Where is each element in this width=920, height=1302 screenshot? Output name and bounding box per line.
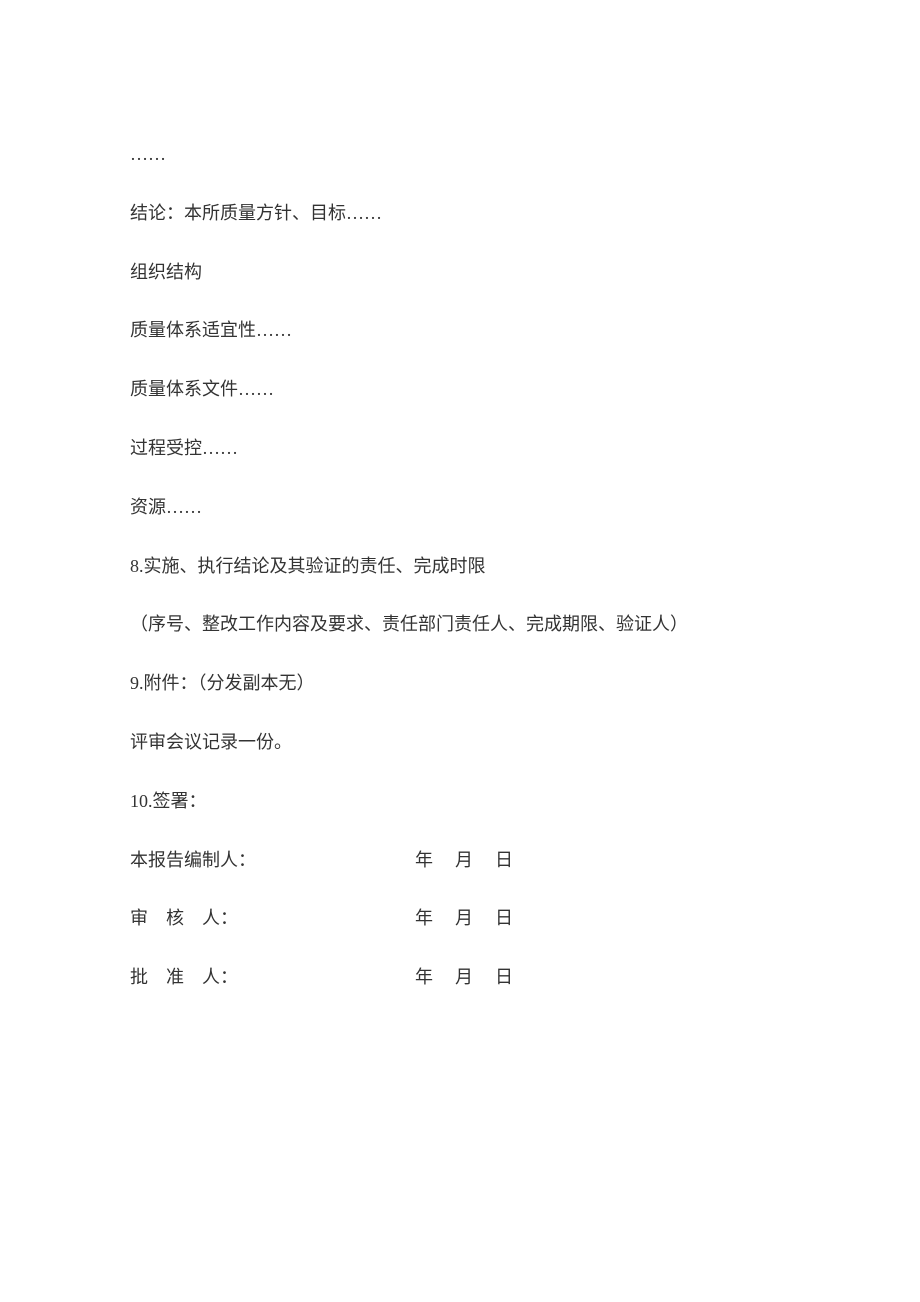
- year-unit: 年: [415, 908, 433, 928]
- text-line: ……: [130, 140, 790, 169]
- month-unit: 月: [455, 850, 473, 870]
- text-line: 8.实施、执行结论及其验证的责任、完成时限: [130, 552, 790, 581]
- text-line: 质量体系适宜性……: [130, 316, 790, 345]
- text-line: 资源……: [130, 493, 790, 522]
- text-line: 质量体系文件……: [130, 375, 790, 404]
- text-line: （序号、整改工作内容及要求、责任部门责任人、完成期限、验证人）: [130, 610, 790, 639]
- signature-date: 年月日: [415, 904, 513, 933]
- day-unit: 日: [495, 850, 513, 870]
- year-unit: 年: [415, 967, 433, 987]
- signature-date: 年月日: [415, 846, 513, 875]
- signature-row-editor: 本报告编制人： 年 月 日: [130, 846, 790, 875]
- signature-row-approver: 批 准 人： 年 月 日: [130, 963, 790, 992]
- month-unit: 月: [455, 908, 473, 928]
- signature-label: 本报告编制人：: [130, 846, 415, 875]
- day-unit: 日: [495, 967, 513, 987]
- month-unit: 月: [455, 967, 473, 987]
- text-line: 组织结构: [130, 258, 790, 287]
- text-line: 评审会议记录一份。: [130, 728, 790, 757]
- signature-label: 审 核 人：: [130, 904, 415, 933]
- text-line: 9.附件：（分发副本无）: [130, 669, 790, 698]
- signature-label: 批 准 人：: [130, 963, 415, 992]
- signature-row-reviewer: 审 核 人： 年 月 日: [130, 904, 790, 933]
- signature-date: 年月日: [415, 963, 513, 992]
- text-line: 过程受控……: [130, 434, 790, 463]
- text-line: 10.签署：: [130, 787, 790, 816]
- year-unit: 年: [415, 850, 433, 870]
- text-line: 结论：本所质量方针、目标……: [130, 199, 790, 228]
- day-unit: 日: [495, 908, 513, 928]
